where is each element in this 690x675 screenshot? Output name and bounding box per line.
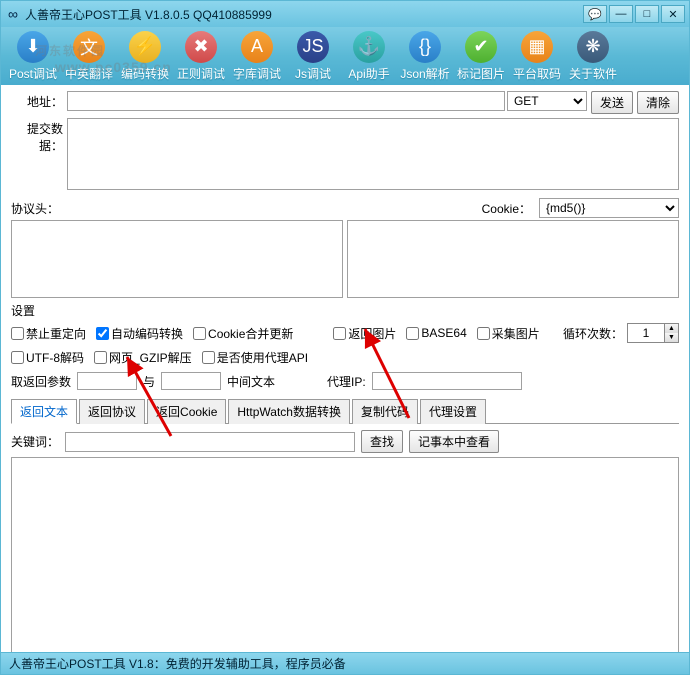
toolbar-label: 正则调试 (177, 65, 225, 82)
toolbar-encode[interactable]: ⚡ 编码转换 (117, 29, 173, 83)
headers-label: 协议头： (11, 200, 474, 217)
no-redirect-checkbox[interactable]: 禁止重定向 (11, 325, 86, 342)
loop-count-label: 循环次数： (563, 325, 623, 342)
toolbar-js[interactable]: JS Js调试 (285, 29, 341, 83)
minimize-button[interactable]: — (609, 5, 633, 23)
toolbar-api[interactable]: ⚓ Api助手 (341, 29, 397, 83)
param-end-input[interactable] (161, 372, 221, 390)
address-label: 地址： (11, 91, 67, 110)
result-tabs: 返回文本返回协议返回CookieHttpWatch数据转换复制代码代理设置 (11, 398, 679, 424)
send-button[interactable]: 发送 (591, 91, 633, 114)
toolbar-regex[interactable]: ✖ 正则调试 (173, 29, 229, 83)
toolbar-label: 字库调试 (233, 65, 281, 82)
spin-up-icon[interactable]: ▲ (664, 324, 678, 333)
submit-data-textarea[interactable] (67, 118, 679, 190)
code-icon: ▦ (521, 31, 553, 63)
translate-icon: 文 (73, 31, 105, 63)
mid-text-label: 中间文本 (227, 373, 275, 390)
json-icon: {} (409, 31, 441, 63)
toolbar-code[interactable]: ▦ 平台取码 (509, 29, 565, 83)
toolbar-about[interactable]: ❋ 关于软件 (565, 29, 621, 83)
toolbar-label: Post调试 (9, 65, 57, 82)
headers-textarea[interactable] (11, 220, 343, 298)
cookie-textarea[interactable] (347, 220, 679, 298)
toolbar-label: Json解析 (400, 65, 449, 82)
loop-count-spinner[interactable]: ▲▼ (627, 323, 679, 343)
close-button[interactable]: ✕ (661, 5, 685, 23)
auto-encode-checkbox[interactable]: 自动编码转换 (96, 325, 183, 342)
tab-4[interactable]: 复制代码 (352, 399, 418, 424)
mark-icon: ✔ (465, 31, 497, 63)
encode-icon: ⚡ (129, 31, 161, 63)
toolbar-label: 编码转换 (121, 65, 169, 82)
chat-button[interactable]: 💬 (583, 5, 607, 23)
address-input[interactable] (67, 91, 505, 111)
method-select[interactable]: GET (507, 91, 587, 111)
toolbar-translate[interactable]: 文中英翻译 (61, 29, 117, 83)
keyword-label: 关键词： (11, 433, 59, 450)
titlebar: ∞ 人善帝王心POST工具 V1.8.0.5 QQ410885999 💬 — □… (1, 1, 689, 27)
return-image-checkbox[interactable]: 返回图片 (333, 325, 396, 342)
toolbar-json[interactable]: {} Json解析 (397, 29, 453, 83)
md5-select[interactable]: {md5()} (539, 198, 679, 218)
find-button[interactable]: 查找 (361, 430, 403, 453)
submit-data-label: 提交数据： (11, 118, 67, 154)
clear-button[interactable]: 清除 (637, 91, 679, 114)
statusbar: 人善帝王心POST工具 V1.8：免费的开发辅助工具，程序员必备 (1, 652, 689, 674)
spin-down-icon[interactable]: ▼ (664, 333, 678, 342)
proxy-ip-label: 代理IP: (327, 373, 366, 390)
return-params-label: 取返回参数 (11, 373, 71, 390)
notepad-button[interactable]: 记事本中查看 (409, 430, 499, 453)
toolbar-label: Api助手 (348, 65, 389, 82)
tab-2[interactable]: 返回Cookie (147, 399, 226, 424)
toolbar-font[interactable]: A 字库调试 (229, 29, 285, 83)
gzip-checkbox[interactable]: 网页_GZIP解压 (94, 349, 192, 366)
cookie-label: Cookie： (482, 200, 531, 217)
toolbar-post[interactable]: ⬇ Post调试 (5, 29, 61, 83)
toolbar-label: 关于软件 (569, 65, 617, 82)
base64-checkbox[interactable]: BASE64 (406, 326, 466, 340)
cookie-merge-checkbox[interactable]: Cookie合并更新 (193, 325, 293, 342)
collect-image-checkbox[interactable]: 采集图片 (477, 325, 540, 342)
toolbar: ⬇ Post调试文中英翻译 ⚡ 编码转换 ✖ 正则调试 A 字库调试 JS Js调试 ⚓ Api助手 {… (1, 27, 689, 85)
window-title: 人善帝王心POST工具 V1.8.0.5 QQ410885999 (25, 6, 583, 23)
app-icon: ∞ (5, 6, 21, 22)
toolbar-label: 平台取码 (513, 65, 561, 82)
result-textarea[interactable] (11, 457, 679, 655)
toolbar-mark[interactable]: ✔ 标记图片 (453, 29, 509, 83)
proxy-ip-input[interactable] (372, 372, 522, 390)
tab-3[interactable]: HttpWatch数据转换 (228, 399, 350, 424)
about-icon: ❋ (577, 31, 609, 63)
js-icon: JS (297, 31, 329, 63)
tab-0[interactable]: 返回文本 (11, 399, 77, 424)
tab-5[interactable]: 代理设置 (420, 399, 486, 424)
tab-1[interactable]: 返回协议 (79, 399, 145, 424)
api-icon: ⚓ (353, 31, 385, 63)
font-icon: A (241, 31, 273, 63)
keyword-input[interactable] (65, 432, 355, 452)
maximize-button[interactable]: □ (635, 5, 659, 23)
toolbar-label: Js调试 (295, 65, 331, 82)
toolbar-label: 标记图片 (457, 65, 505, 82)
post-icon: ⬇ (17, 31, 49, 63)
param-start-input[interactable] (77, 372, 137, 390)
use-proxy-checkbox[interactable]: 是否使用代理API (202, 349, 308, 366)
utf8-decode-checkbox[interactable]: UTF-8解码 (11, 349, 84, 366)
loop-count-input[interactable] (628, 325, 664, 341)
settings-label: 设置 (11, 302, 679, 319)
regex-icon: ✖ (185, 31, 217, 63)
and-label: 与 (143, 373, 155, 390)
toolbar-label: 中英翻译 (65, 65, 113, 82)
